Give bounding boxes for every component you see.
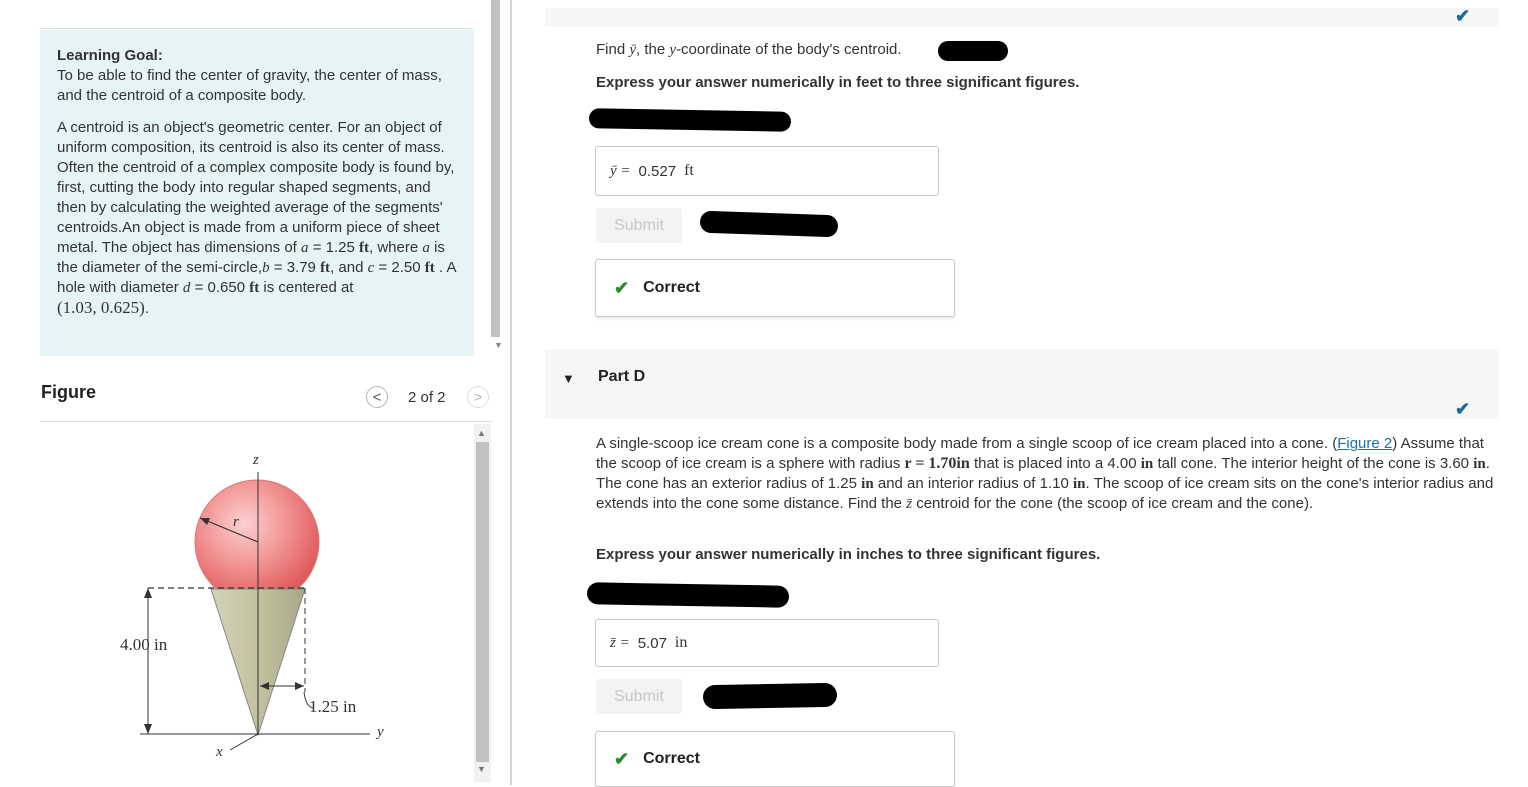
main-scrollbar[interactable] [489, 0, 511, 353]
figure-divider [40, 421, 492, 422]
main-scroll-down-arrow[interactable]: ▼ [494, 340, 503, 350]
part-c-instruction: Express your answer numerically in feet … [596, 74, 1080, 91]
part-d-header[interactable] [545, 349, 1499, 419]
next-figure-button[interactable]: > [467, 386, 489, 408]
learning-goal-text: To be able to find the center of gravity… [57, 67, 442, 104]
chevron-left-icon: < [372, 388, 382, 406]
figure-scroll-down-arrow[interactable]: ▼ [477, 764, 486, 774]
answer-variable: z̄ = [610, 634, 630, 651]
part-d-question: A single-scoop ice cream cone is a compo… [596, 435, 1494, 512]
chevron-right-icon: > [473, 388, 483, 406]
column-divider [510, 0, 512, 785]
answer-value: 5.07 [637, 634, 667, 652]
ice-cream-cone-figure: z r 4.00 in 1.25 in y x [120, 452, 384, 760]
part-c-answer-field[interactable]: ȳ = 0.527 ft [595, 146, 939, 196]
learning-goal-box: Learning Goal: To be able to find the ce… [40, 30, 474, 356]
part-d-feedback: ✔ Correct [595, 731, 955, 787]
x-axis-label: x [215, 744, 223, 760]
part-d-title[interactable]: Part D [598, 368, 645, 386]
part-d-answer-field[interactable]: z̄ = 5.07 in [595, 619, 939, 667]
part-c-submit-button[interactable]: Submit [596, 208, 682, 243]
redaction-mark [699, 210, 839, 238]
figure-scroll-thumb[interactable] [476, 442, 489, 762]
answer-unit: in [674, 634, 688, 651]
answer-value: 0.527 [638, 162, 677, 180]
learning-goal-heading: Learning Goal: [57, 47, 163, 64]
figure-pager-text: 2 of 2 [408, 389, 446, 406]
previous-figure-button[interactable]: < [366, 386, 388, 408]
part-c-question: Find ȳ, the y-coordinate of the body's c… [596, 41, 902, 58]
redaction-mark [702, 682, 838, 710]
part-d-instruction: Express your answer numerically in inche… [596, 546, 1101, 563]
problem-statement: A centroid is an object's geometric cent… [57, 119, 456, 317]
hole-center-point: (1.03, 0.625) [57, 298, 145, 317]
height-arrow-top [144, 588, 152, 598]
answer-unit: ft [684, 162, 694, 179]
part-d-submit-button[interactable]: Submit [596, 679, 682, 714]
figure-scrollbar[interactable] [474, 424, 491, 782]
redaction-mark [938, 41, 1008, 61]
figure-heading: Figure [41, 382, 97, 402]
checkmark-icon: ✔ [614, 748, 630, 769]
radius-label: r [233, 514, 239, 530]
feedback-text: Correct [643, 750, 700, 767]
part-c-header [545, 8, 1499, 27]
collapse-triangle-icon[interactable]: ▼ [562, 371, 575, 386]
answer-variable: ȳ = [610, 162, 631, 179]
redaction-mark [588, 108, 792, 132]
checkmark-icon: ✔ [1455, 6, 1471, 26]
checkmark-icon: ✔ [1455, 399, 1471, 419]
feedback-text: Correct [643, 279, 700, 296]
part-c-feedback: ✔ Correct [595, 259, 955, 317]
redaction-mark [586, 582, 790, 608]
figure-2-link[interactable]: Figure 2 [1337, 435, 1392, 452]
radius-dim-arrow-right [295, 682, 304, 690]
checkmark-icon: ✔ [614, 277, 630, 298]
z-axis-label: z [252, 452, 259, 468]
figure-scroll-up-arrow[interactable]: ▲ [477, 428, 486, 438]
height-arrow-bottom [144, 724, 152, 734]
top-divider [40, 28, 474, 29]
x-axis [229, 733, 259, 751]
main-scroll-thumb[interactable] [491, 0, 500, 337]
height-label: 4.00 in [120, 635, 168, 654]
radius-dimension-label: 1.25 in [309, 697, 357, 716]
y-axis-label: y [375, 724, 384, 740]
